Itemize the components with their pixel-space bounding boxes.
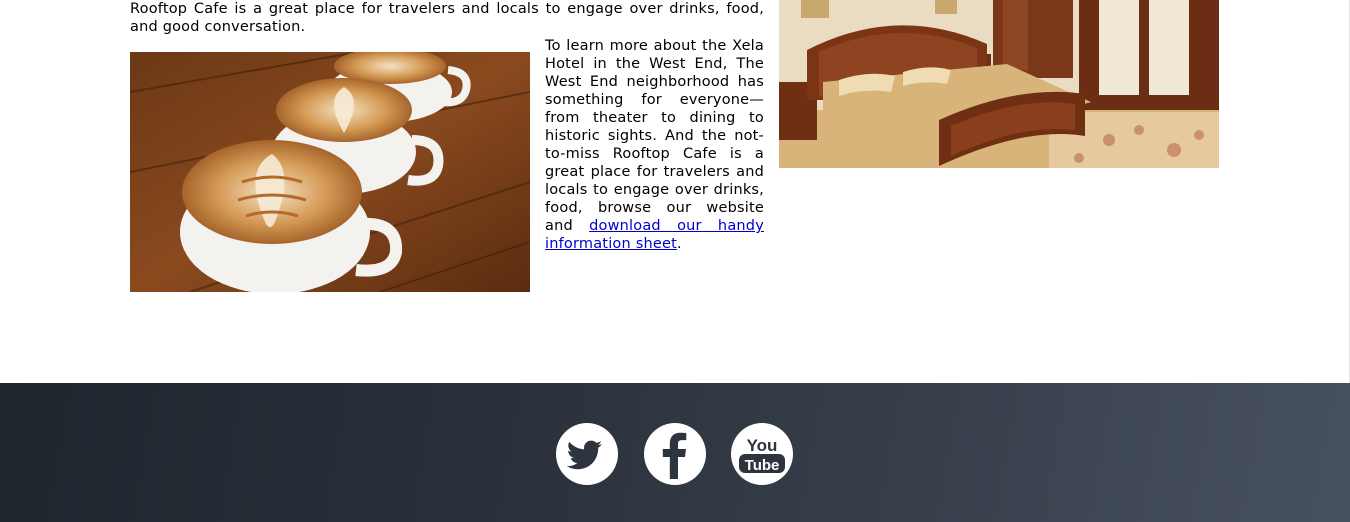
info-text: To learn more about the Xela Hotel in th…	[545, 38, 764, 234]
info-text-end: .	[676, 236, 682, 252]
twitter-bird-icon	[566, 440, 602, 470]
info-paragraph: To learn more about the Xela Hotel in th…	[545, 37, 764, 253]
page-footer: You Tube	[0, 383, 1350, 522]
coffee-photo	[130, 52, 530, 292]
facebook-f-icon	[662, 432, 687, 479]
youtube-button[interactable]: You Tube	[731, 423, 793, 485]
youtube-tube-text: Tube	[745, 457, 780, 474]
youtube-logo-icon: You Tube	[739, 436, 785, 474]
facebook-button[interactable]	[644, 423, 706, 485]
youtube-you-text: You	[747, 436, 778, 455]
social-links: You Tube	[0, 423, 1350, 485]
intro-paragraph: Rooftop Cafe is a great place for travel…	[130, 1, 764, 35]
hotel-room-photo	[779, 0, 1219, 168]
twitter-button[interactable]	[556, 423, 618, 485]
